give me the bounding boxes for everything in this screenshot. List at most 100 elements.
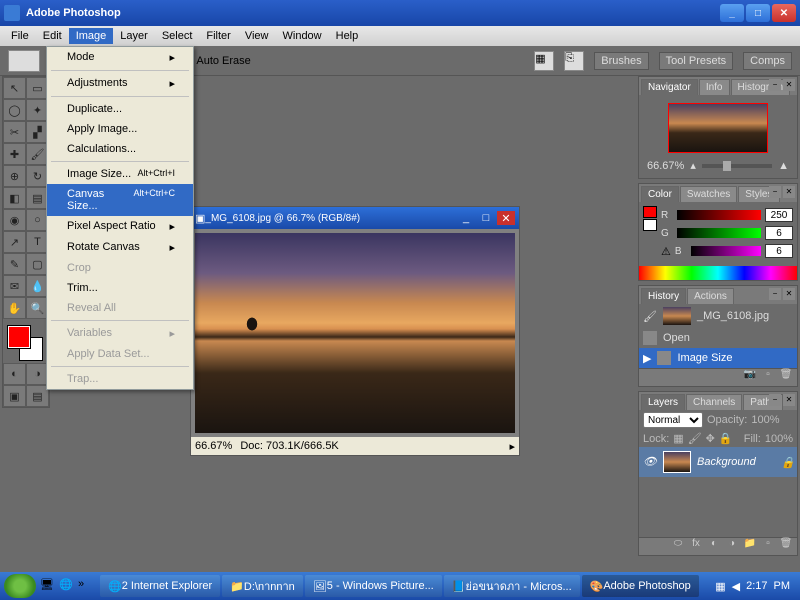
menu-file[interactable]: File: [4, 28, 36, 44]
panel-close-icon[interactable]: ✕: [783, 394, 795, 406]
taskbar-item[interactable]: 📘 ย่อขนาดภา - Micros...: [444, 575, 580, 597]
new-layer-icon[interactable]: ▫: [761, 538, 775, 552]
menu-duplicate[interactable]: Duplicate...: [47, 99, 193, 119]
maximize-button[interactable]: □: [746, 4, 770, 22]
doc-zoom[interactable]: 66.67%: [195, 440, 232, 452]
close-button[interactable]: ✕: [772, 4, 796, 22]
taskbar-item[interactable]: 🌐 2 Internet Explorer: [100, 575, 220, 597]
r-slider[interactable]: [677, 210, 761, 220]
tool-preset-picker[interactable]: [8, 50, 40, 72]
doc-close-button[interactable]: ✕: [497, 211, 515, 225]
tray-lang-icon[interactable]: ▦: [715, 580, 725, 593]
taskbar-item-active[interactable]: 🎨 Adobe Photoshop: [582, 575, 699, 597]
bg-swatch[interactable]: [643, 219, 657, 231]
doc-canvas[interactable]: [191, 229, 519, 437]
panel-minimize-icon[interactable]: −: [769, 79, 781, 91]
menu-view[interactable]: View: [238, 28, 276, 44]
menu-mode[interactable]: Mode: [47, 47, 193, 68]
trash-icon[interactable]: 🗑: [779, 369, 793, 383]
lock-move-icon[interactable]: ✥: [706, 432, 715, 445]
palette-well-icon[interactable]: ▦: [534, 51, 554, 71]
quick-launch-icon[interactable]: »: [78, 578, 94, 594]
mask-icon[interactable]: ◐: [707, 538, 721, 552]
zoom-in-icon[interactable]: ▲: [778, 160, 789, 172]
new-doc-icon[interactable]: ▫: [761, 369, 775, 383]
menu-calculations[interactable]: Calculations...: [47, 139, 193, 159]
tab-info[interactable]: Info: [699, 79, 730, 95]
trash-icon[interactable]: 🗑: [779, 538, 793, 552]
navigator-thumbnail[interactable]: [668, 103, 768, 153]
fx-icon[interactable]: fx: [689, 538, 703, 552]
link-icon[interactable]: ⬭: [671, 538, 685, 552]
menu-filter[interactable]: Filter: [199, 28, 237, 44]
panel-minimize-icon[interactable]: −: [769, 288, 781, 300]
minimize-button[interactable]: _: [720, 4, 744, 22]
layer-thumbnail[interactable]: [663, 451, 691, 473]
snapshot-icon[interactable]: 📷: [743, 369, 757, 383]
tab-layers[interactable]: Layers: [641, 394, 685, 410]
doc-minimize-button[interactable]: _: [457, 211, 475, 225]
crop-tool[interactable]: ✂: [3, 121, 26, 143]
tab-tool-presets[interactable]: Tool Presets: [659, 52, 734, 70]
menu-apply-image[interactable]: Apply Image...: [47, 119, 193, 139]
tab-color[interactable]: Color: [641, 186, 679, 202]
quick-launch-icon[interactable]: 🌐: [59, 578, 75, 594]
zoom-slider[interactable]: [702, 164, 772, 168]
menu-select[interactable]: Select: [155, 28, 200, 44]
layer-name[interactable]: Background: [697, 456, 756, 468]
notes-tool[interactable]: ✉: [3, 275, 26, 297]
taskbar-item[interactable]: 📁 D:\nาnnาn: [222, 575, 303, 597]
quickmask-toggle[interactable]: ◐: [3, 363, 26, 385]
history-open[interactable]: Open: [639, 328, 797, 348]
nav-zoom-value[interactable]: 66.67%: [647, 160, 684, 172]
start-button[interactable]: [4, 574, 36, 598]
tab-swatches[interactable]: Swatches: [680, 186, 737, 202]
tab-comps[interactable]: Comps: [743, 52, 792, 70]
menu-edit[interactable]: Edit: [36, 28, 69, 44]
hand-tool[interactable]: ✋: [3, 297, 26, 319]
color-ramp[interactable]: [639, 266, 797, 280]
blend-mode-select[interactable]: Normal: [643, 412, 703, 428]
history-image-size[interactable]: ▶Image Size: [639, 348, 797, 368]
layer-background[interactable]: 👁 Background 🔒: [639, 447, 797, 477]
panel-minimize-icon[interactable]: −: [769, 394, 781, 406]
tab-channels[interactable]: Channels: [686, 394, 742, 410]
history-snapshot[interactable]: 🖌_MG_6108.jpg: [639, 304, 797, 328]
zoom-out-icon[interactable]: ▴: [690, 159, 696, 172]
tab-actions[interactable]: Actions: [687, 288, 734, 304]
doc-maximize-button[interactable]: □: [477, 211, 495, 225]
move-tool[interactable]: ↖: [3, 77, 26, 99]
clock-time[interactable]: 2:17: [746, 580, 767, 592]
menu-canvas-size[interactable]: Canvas Size...Alt+Ctrl+C: [47, 184, 193, 216]
path-tool[interactable]: ↗: [3, 231, 26, 253]
visibility-icon[interactable]: 👁: [643, 455, 657, 469]
menu-pixel-aspect[interactable]: Pixel Aspect Ratio: [47, 216, 193, 237]
lock-all-icon[interactable]: 🔒: [719, 432, 733, 445]
menu-window[interactable]: Window: [276, 28, 329, 44]
lock-paint-icon[interactable]: 🖌: [688, 432, 702, 445]
taskbar-item[interactable]: 🖼 5 - Windows Picture...: [305, 575, 442, 597]
panel-close-icon[interactable]: ✕: [783, 79, 795, 91]
tab-history[interactable]: History: [641, 288, 686, 304]
lasso-tool[interactable]: ◯: [3, 99, 26, 121]
b-slider[interactable]: [691, 246, 761, 256]
menu-adjustments[interactable]: Adjustments: [47, 73, 193, 94]
g-value[interactable]: 6: [765, 226, 793, 240]
doc-scroll-icon[interactable]: ▸: [509, 440, 515, 453]
menu-trim[interactable]: Trim...: [47, 278, 193, 298]
folder-icon[interactable]: 📁: [743, 538, 757, 552]
menu-help[interactable]: Help: [329, 28, 366, 44]
b-value[interactable]: 6: [765, 244, 793, 258]
panel-close-icon[interactable]: ✕: [783, 288, 795, 300]
blur-tool[interactable]: ◉: [3, 209, 26, 231]
layer-opacity-value[interactable]: 100%: [751, 414, 779, 426]
adjustment-icon[interactable]: ◑: [725, 538, 739, 552]
menu-image[interactable]: Image: [69, 28, 114, 44]
panel-minimize-icon[interactable]: −: [769, 186, 781, 198]
menu-rotate-canvas[interactable]: Rotate Canvas: [47, 237, 193, 258]
fill-value[interactable]: 100%: [765, 433, 793, 445]
heal-tool[interactable]: ✚: [3, 143, 26, 165]
eraser-tool[interactable]: ◧: [3, 187, 26, 209]
tab-brushes[interactable]: Brushes: [594, 52, 648, 70]
bridge-icon[interactable]: ⎘: [564, 51, 584, 71]
